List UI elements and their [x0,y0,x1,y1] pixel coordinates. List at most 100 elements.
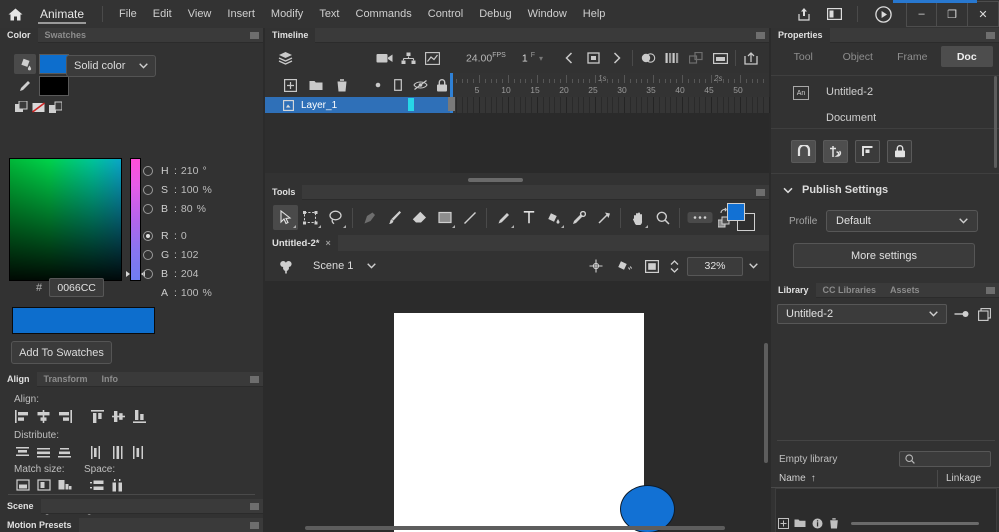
width-tool-icon[interactable] [591,205,616,230]
fill-color-swatch[interactable] [39,54,69,74]
play-test-movie-icon[interactable] [866,0,900,28]
profile-select[interactable]: Default [826,210,978,232]
tab-motion-presets[interactable]: Motion Presets [0,517,79,532]
library-panel-menu-icon[interactable] [986,287,995,294]
center-stage-icon[interactable] [583,254,609,278]
share-icon[interactable] [789,0,819,28]
radio-h[interactable] [143,165,153,176]
graph-editor-icon[interactable] [421,46,445,70]
stage[interactable] [394,313,675,532]
distribute-top-icon[interactable] [12,444,33,460]
subtab-doc[interactable]: Doc [940,46,993,67]
library-document-select[interactable]: Untitled-2 [777,304,947,324]
new-symbol-icon[interactable] [777,517,789,529]
menu-file[interactable]: File [111,4,145,24]
zoom-stepper-icon[interactable] [667,254,681,278]
brush-tool-icon[interactable] [382,205,407,230]
new-folder-icon[interactable] [303,74,329,96]
channel-s[interactable]: S : 100 % [143,180,255,199]
properties-info-icon[interactable] [811,517,823,529]
tab-assets[interactable]: Assets [883,283,927,298]
align-horizontal-center-icon[interactable] [33,408,54,424]
color-panel-menu-icon[interactable] [250,32,259,39]
stage-vertical-scrollbar[interactable] [764,343,768,463]
distribute-horizontal-center-icon[interactable] [108,444,129,460]
space-evenly-vertical-icon[interactable] [87,477,108,493]
next-keyframe-icon[interactable] [605,46,629,70]
menu-view[interactable]: View [180,4,220,24]
previous-keyframe-icon[interactable] [557,46,581,70]
fit-to-stage-icon[interactable] [639,254,665,278]
radio-b-blue[interactable] [143,268,153,279]
tab-properties[interactable]: Properties [771,27,830,43]
swap-colors-icon[interactable] [49,101,62,114]
match-width-and-height-icon[interactable] [54,477,75,493]
timeline-horizontal-scrollbar[interactable] [468,178,523,182]
channel-b-brightness[interactable]: B : 80 % [143,199,255,218]
selection-tool-icon[interactable] [273,205,298,230]
match-height-icon[interactable] [33,477,54,493]
column-header-linkage[interactable]: Linkage [937,469,999,488]
zoom-tool-icon[interactable] [650,205,675,230]
menu-edit[interactable]: Edit [145,4,180,24]
tab-transform[interactable]: Transform [37,372,95,387]
scene-panel-collapsed[interactable]: Scene [0,498,263,514]
channel-h[interactable]: H : 210 ° [143,161,255,180]
new-folder-icon[interactable] [794,517,806,529]
column-header-name[interactable]: Name ↑ [771,473,937,484]
timeline-frames-area[interactable] [450,97,788,173]
free-transform-tool-icon[interactable] [298,205,323,230]
new-library-panel-icon[interactable] [975,304,993,324]
timeline-playhead-handle[interactable] [448,97,455,111]
distribute-right-icon[interactable] [129,444,150,460]
distribute-vertical-center-icon[interactable] [33,444,54,460]
line-tool-icon[interactable] [457,205,482,230]
export-timeline-icon[interactable] [739,46,763,70]
align-left-icon[interactable] [12,408,33,424]
align-right-icon[interactable] [54,408,75,424]
channel-a[interactable]: A : 100 % [143,283,255,302]
match-width-icon[interactable] [12,477,33,493]
tab-info[interactable]: Info [95,372,126,387]
tab-tools[interactable]: Tools [265,184,303,200]
edit-scene-icon[interactable] [273,254,299,278]
lasso-tool-icon[interactable] [323,205,348,230]
timeline-ruler[interactable]: 1s 2s 5 10 15 20 25 30 35 40 45 50 [450,73,769,97]
restore-button[interactable]: ❐ [937,1,968,27]
no-color-icon[interactable] [32,101,45,114]
edit-multiple-frames-icon[interactable] [684,46,708,70]
hue-slider[interactable] [130,158,141,281]
space-evenly-horizontal-icon[interactable] [108,477,129,493]
menu-window[interactable]: Window [520,4,575,24]
align-panel-menu-icon[interactable] [250,376,259,383]
zoom-dropdown-icon[interactable] [745,254,761,278]
zoom-input[interactable]: 32% [687,256,743,276]
menu-modify[interactable]: Modify [263,4,311,24]
stage-canvas-area[interactable] [265,281,769,532]
close-icon[interactable]: × [326,238,331,248]
more-settings-button[interactable]: More settings [793,243,975,268]
onion-skin-outlines-icon[interactable] [660,46,684,70]
tab-color[interactable]: Color [0,27,38,43]
new-layer-icon[interactable] [277,74,303,96]
frame-chevron-icon[interactable]: ▾ [539,54,543,63]
hex-input[interactable]: 0066CC [49,278,105,297]
channel-g[interactable]: G : 102 [143,245,255,264]
distribute-left-icon[interactable] [87,444,108,460]
text-tool-icon[interactable] [516,205,541,230]
radio-b-brightness[interactable] [143,203,153,214]
tools-fill-color[interactable] [727,203,745,221]
channel-r[interactable]: R : 0 [143,226,255,245]
motion-presets-panel-collapsed[interactable]: Motion Presets [0,517,263,532]
snap-align-icon[interactable] [823,139,848,163]
menu-text[interactable]: Text [311,4,347,24]
tab-swatches[interactable]: Swatches [38,28,94,43]
properties-vertical-scrollbar[interactable] [994,76,997,168]
hand-tool-icon[interactable] [625,205,650,230]
add-to-swatches-button[interactable]: Add To Swatches [11,341,112,364]
parenting-view-icon[interactable] [397,46,421,70]
motion-presets-panel-menu-icon[interactable] [250,522,259,529]
hide-layers-icon[interactable] [409,74,431,96]
menu-debug[interactable]: Debug [471,4,519,24]
library-footer-scrollbar[interactable] [851,521,979,525]
